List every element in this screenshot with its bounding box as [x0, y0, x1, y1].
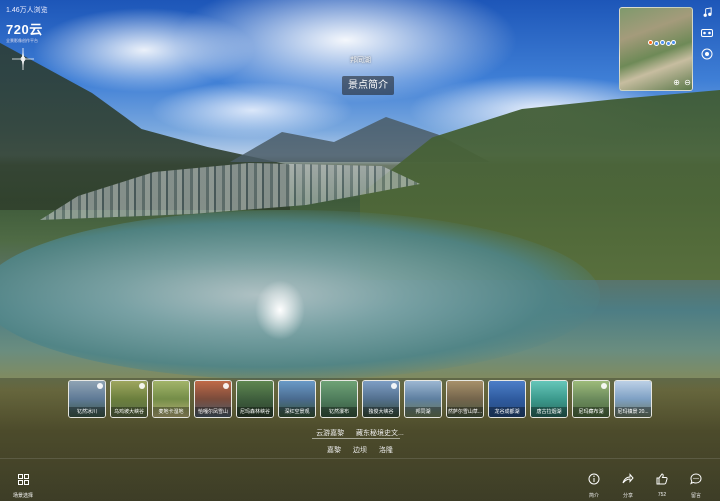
scene-thumbnail[interactable]: 然萨尔雪山草... [446, 380, 484, 418]
comment-icon [690, 473, 702, 485]
intro-button[interactable]: 景点简介 [342, 76, 394, 95]
view-count: 1.46万人浏览 [6, 7, 48, 14]
vr-badge-icon [139, 383, 145, 389]
group-tab-1[interactable]: 藏东秘境史文... [356, 430, 404, 437]
thumbnail-label: 尼玛藏布湖 [573, 407, 609, 417]
group-tabs: 云游嘉黎 藏东秘境史文... [0, 428, 720, 438]
thumbnail-label: 龙谷成都湖 [489, 407, 525, 417]
intro-action[interactable]: 简介 [582, 472, 606, 499]
scene-thumbnail[interactable]: 邦同湖 [404, 380, 442, 418]
scene-thumbnail[interactable]: 尼玛藏布湖 [572, 380, 610, 418]
thumbnail-label: 独俊大峡谷 [363, 407, 399, 417]
thumbnail-label: 深红空景观 [279, 407, 315, 417]
intro-action-label: 简介 [588, 493, 599, 499]
info-icon [588, 473, 600, 485]
scene-thumbnail[interactable]: 尼玛镇景 20... [614, 380, 652, 418]
group-tab-0[interactable]: 云游嘉黎 [316, 430, 344, 437]
thumbnail-label: 恰嘎尔凤雪山 [195, 407, 231, 417]
logo: 720云 [6, 22, 43, 37]
scene-thumbnails: 钇然冰川 乌鸡坡大峡谷 麦地卡湿地 恰嘎尔凤雪山 尼玛森林峡谷 深红空景观 钇然瀑布 独俊大峡… [68, 380, 652, 418]
vr-badge-icon [391, 383, 397, 389]
scene-select-label: 场景选择 [12, 493, 33, 499]
share-action-label: 分享 [622, 493, 633, 499]
compass-icon[interactable] [10, 46, 36, 72]
scene-thumbnail[interactable]: 麦地卡湿地 [152, 380, 190, 418]
scene-title: 邦同湖 [350, 57, 371, 64]
scene-thumbnail[interactable]: 唐古拉烟湖 [530, 380, 568, 418]
scene-thumbnail[interactable]: 钇然冰川 [68, 380, 106, 418]
zoom-out-button[interactable]: ⊖ [683, 79, 692, 88]
subgroup-tab-0[interactable]: 嘉黎 [327, 447, 341, 454]
thumbnail-label: 尼玛镇景 20... [615, 407, 651, 417]
scene-thumbnail[interactable]: 钇然瀑布 [320, 380, 358, 418]
thumbs-up-icon [656, 473, 668, 485]
like-count: 752 [657, 492, 667, 498]
thumbnail-label: 唐古拉烟湖 [531, 407, 567, 417]
vr-badge-icon [97, 383, 103, 389]
gyroscope-icon[interactable] [700, 47, 714, 61]
thumbnail-label: 邦同湖 [405, 407, 441, 417]
comment-action-label: 留言 [690, 493, 701, 499]
map-route [648, 38, 676, 48]
vr-badge-icon [601, 383, 607, 389]
share-action[interactable]: 分享 [616, 472, 640, 499]
share-icon [622, 473, 634, 484]
sun-reflection [255, 280, 305, 340]
brand: 1.46万人浏览 720云 全景影像创作平台 [6, 5, 48, 44]
scene-thumbnail[interactable]: 独俊大峡谷 [362, 380, 400, 418]
thumbnail-label: 尼玛森林峡谷 [237, 407, 273, 417]
subgroup-tabs: 嘉黎 边坝 洛隆 [0, 445, 720, 455]
scene-thumbnail[interactable]: 恰嘎尔凤雪山 [194, 380, 232, 418]
music-icon[interactable] [700, 5, 714, 19]
scene-thumbnail[interactable]: 龙谷成都湖 [488, 380, 526, 418]
vr-badge-icon [223, 383, 229, 389]
action-bar: 简介 分享 752 留言 [582, 472, 708, 499]
group-divider [312, 438, 400, 439]
scene-thumbnail[interactable]: 乌鸡坡大峡谷 [110, 380, 148, 418]
tagline: 全景影像创作平台 [6, 38, 38, 43]
scene-thumbnail[interactable]: 尼玛森林峡谷 [236, 380, 274, 418]
like-action[interactable]: 752 [650, 472, 674, 499]
comment-action[interactable]: 留言 [684, 472, 708, 499]
scene-select-button[interactable]: 场景选择 [10, 472, 36, 499]
thumbnail-label: 乌鸡坡大峡谷 [111, 407, 147, 417]
thumbnail-label: 然萨尔雪山草... [447, 407, 483, 417]
thumbnail-label: 钇然瀑布 [321, 407, 357, 417]
scene-thumbnail[interactable]: 深红空景观 [278, 380, 316, 418]
vr-glasses-icon[interactable] [700, 26, 714, 40]
side-icon-column [700, 5, 714, 68]
bottom-divider [0, 458, 720, 459]
subgroup-tab-2[interactable]: 洛隆 [379, 447, 393, 454]
thumbnail-label: 钇然冰川 [69, 407, 105, 417]
mini-map[interactable]: ⊕ ⊖ [619, 7, 693, 91]
zoom-in-button[interactable]: ⊕ [672, 79, 681, 88]
thumbnail-label: 麦地卡湿地 [153, 407, 189, 417]
subgroup-tab-1[interactable]: 边坝 [353, 447, 367, 454]
grid-icon [17, 474, 29, 485]
